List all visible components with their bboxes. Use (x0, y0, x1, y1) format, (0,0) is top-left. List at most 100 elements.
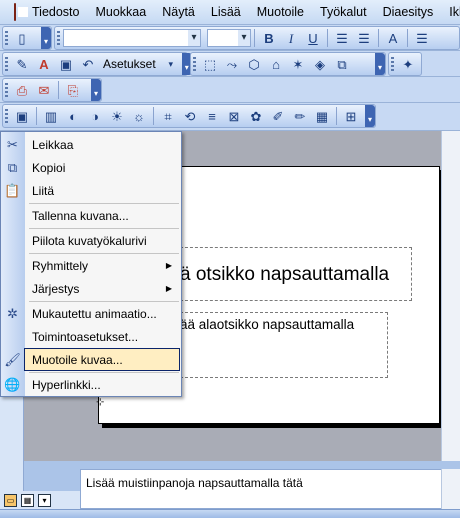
format-picture-icon: 🖌 (4, 351, 21, 367)
menu-item-tallenna-kuvana[interactable]: Tallenna kuvana... (1, 204, 181, 227)
document-icon[interactable] (14, 3, 28, 21)
status-bar (0, 509, 460, 518)
normal-view-icon[interactable]: ▭ (4, 493, 17, 507)
drawing-toolbar: ✎ A ▣ ↶ Asetukset ▾ ▾ (2, 52, 192, 76)
toolbar-row-3: ⎙ ✉ ⎘ ▾ (0, 77, 460, 103)
slide-sorter-view-icon[interactable]: ▦ (21, 493, 34, 507)
color-icon[interactable]: ▥ (42, 107, 60, 125)
rotate-icon[interactable]: ⟲ (181, 107, 199, 125)
toolbar-options-chevron[interactable]: ▾ (365, 105, 375, 127)
picture-options-icon[interactable]: ⊞ (342, 107, 360, 125)
diagram-toolbar: ⬚ ⤳ ⬡ ⌂ ✶ ◈ ⧉ ▾ (190, 52, 386, 76)
insert-picture-icon[interactable]: ▣ (13, 107, 31, 125)
font-name-combo[interactable] (63, 29, 201, 47)
menu-muokkaa[interactable]: Muokkaa (87, 0, 154, 25)
settings-button[interactable]: Asetukset (103, 57, 156, 71)
group-shapes-icon[interactable]: ⧉ (333, 55, 351, 73)
flowchart-icon[interactable]: ⬡ (245, 55, 263, 73)
menu-item-liita[interactable]: 📋 Liitä (1, 179, 181, 202)
picture-toolbar: ▣ ▥ ◐ ◑ ☀ ☼ ⌗ ⟲ ≡ ⊠ ✿ ✐ ✏ ▦ ⊞ ▾ (2, 104, 376, 128)
scissors-icon: ✂ (7, 136, 18, 152)
submenu-arrow-icon: ▶ (165, 261, 172, 270)
menu-tiedosto[interactable]: Tiedosto (24, 0, 87, 25)
shapes-icon[interactable]: ⌂ (267, 55, 285, 73)
notes-placeholder-text[interactable]: Lisää muistiinpanoja napsauttamalla tätä (86, 476, 303, 490)
pdf-review-icon[interactable]: ⎘ (64, 81, 82, 99)
wordart-icon[interactable]: A (35, 55, 53, 73)
formatting-toolbar: B I U ☰ ☰ A ☰ (54, 26, 460, 50)
menu-item-jarjestys[interactable]: Järjestys ▶ (1, 277, 181, 300)
pdf-create-icon[interactable]: ⎙ (13, 81, 31, 99)
line-style-icon[interactable]: ≡ (203, 107, 221, 125)
toolbar-row-4: ▣ ▥ ◐ ◑ ☀ ☼ ⌗ ⟲ ≡ ⊠ ✿ ✐ ✏ ▦ ⊞ ▾ (0, 103, 460, 131)
callout-icon[interactable]: ◈ (311, 55, 329, 73)
menu-item-hyperlinkki[interactable]: 🌐 Hyperlinkki... (1, 373, 181, 396)
toolbar-options-chevron[interactable]: ▾ (91, 79, 101, 101)
new-document-icon[interactable]: ▯ (13, 29, 31, 47)
picture-icon[interactable]: ▣ (57, 55, 75, 73)
less-contrast-icon[interactable]: ◑ (86, 107, 104, 125)
vertical-scrollbar[interactable] (441, 131, 460, 461)
notes-scrollbar[interactable] (441, 469, 460, 509)
font-size-combo[interactable] (207, 29, 251, 47)
title-placeholder-text[interactable]: ä otsikko napsauttamalla (180, 264, 389, 286)
more-contrast-icon[interactable]: ◐ (64, 107, 82, 125)
menu-bar: Tiedosto Muokkaa Näytä Lisää Muotoile Ty… (0, 0, 460, 25)
underline-icon[interactable]: U (304, 29, 322, 47)
bold-icon[interactable]: B (260, 29, 278, 47)
menu-diaesitys[interactable]: Diaesitys (375, 0, 442, 25)
context-menu: ✂ Leikkaa ⧉ Kopioi 📋 Liitä Tallenna kuva… (0, 131, 182, 397)
clip-art-icon[interactable]: ✦ (399, 55, 417, 73)
toolbar-grip[interactable] (5, 31, 8, 47)
decrease-indent-icon[interactable]: ☰ (413, 29, 431, 47)
toolbar-grip[interactable] (5, 57, 8, 73)
submenu-arrow-icon: ▶ (165, 284, 172, 293)
format-picture-toolbar-icon[interactable]: ✐ (269, 107, 287, 125)
connect-shapes-icon[interactable]: ⤳ (223, 55, 241, 73)
menu-item-kopioi[interactable]: ⧉ Kopioi (1, 156, 181, 179)
menu-ikkuna[interactable]: Ikk (441, 0, 460, 25)
toolbar-grip[interactable] (5, 83, 8, 99)
toolbar-options-chevron[interactable]: ▾ (375, 53, 385, 75)
italic-icon[interactable]: I (282, 29, 300, 47)
view-buttons: ▭ ▦ ▾ (0, 491, 80, 509)
toolbar-row-1: ▯ ▾ B I U ☰ ☰ A ☰ (0, 25, 460, 51)
reset-picture-icon[interactable]: ▦ (313, 107, 331, 125)
menu-item-muotoile-kuvaa[interactable]: Muotoile kuvaa... (24, 348, 180, 371)
menu-muotoile[interactable]: Muotoile (249, 0, 312, 25)
toolbar-grip[interactable] (57, 31, 60, 47)
dropdown-arrow-icon[interactable]: ▾ (162, 55, 180, 73)
toolbar-grip[interactable] (193, 57, 196, 73)
menu-nayta[interactable]: Näytä (154, 0, 203, 25)
less-brightness-icon[interactable]: ☼ (130, 107, 148, 125)
draw-icon[interactable]: ✎ (13, 55, 31, 73)
menu-item-leikkaa[interactable]: ✂ Leikkaa (1, 133, 181, 156)
more-brightness-icon[interactable]: ☀ (108, 107, 126, 125)
undo-icon[interactable]: ↶ (79, 55, 97, 73)
subtitle-placeholder-text[interactable]: ää alaotsikko napsauttamalla (180, 317, 354, 332)
compress-pictures-icon[interactable]: ⊠ (225, 107, 243, 125)
increase-font-icon[interactable]: A (384, 29, 402, 47)
crop-icon[interactable]: ⌗ (159, 107, 177, 125)
menu-lisaa[interactable]: Lisää (203, 0, 249, 25)
extra-toolbar: ✦ (388, 52, 422, 76)
toolbar-grip[interactable] (391, 57, 394, 73)
set-transparent-color-icon[interactable]: ✏ (291, 107, 309, 125)
toolbar-row-2: ✎ A ▣ ↶ Asetukset ▾ ▾ ⬚ ⤳ ⬡ ⌂ ✶ ◈ ⧉ ▾ ✦ (0, 51, 460, 77)
menu-item-mukautettu-animaatio[interactable]: ✲ Mukautettu animaatio... (1, 302, 181, 325)
menu-item-toimintoasetukset[interactable]: Toimintoasetukset... (1, 325, 181, 348)
slideshow-view-icon[interactable]: ▾ (38, 493, 51, 507)
star-shape-icon[interactable]: ✶ (289, 55, 307, 73)
reviewing-toolbar: ⎙ ✉ ⎘ ▾ (2, 78, 102, 102)
menu-item-ryhmittely[interactable]: Ryhmittely ▶ (1, 254, 181, 277)
bullets-icon[interactable]: ☰ (355, 29, 373, 47)
recolor-picture-icon[interactable]: ✿ (247, 107, 265, 125)
toolbar-options-chevron[interactable]: ▾ (41, 27, 51, 49)
picture-resize-handle-icon[interactable]: ⊹ (96, 397, 108, 409)
pdf-email-icon[interactable]: ✉ (35, 81, 53, 99)
menu-tyokalut[interactable]: Työkalut (312, 0, 375, 25)
select-objects-icon[interactable]: ⬚ (201, 55, 219, 73)
menu-item-piilota-kuvatyokalurivi[interactable]: Piilota kuvatyökalurivi (1, 229, 181, 252)
toolbar-grip[interactable] (5, 109, 8, 125)
numbering-icon[interactable]: ☰ (333, 29, 351, 47)
